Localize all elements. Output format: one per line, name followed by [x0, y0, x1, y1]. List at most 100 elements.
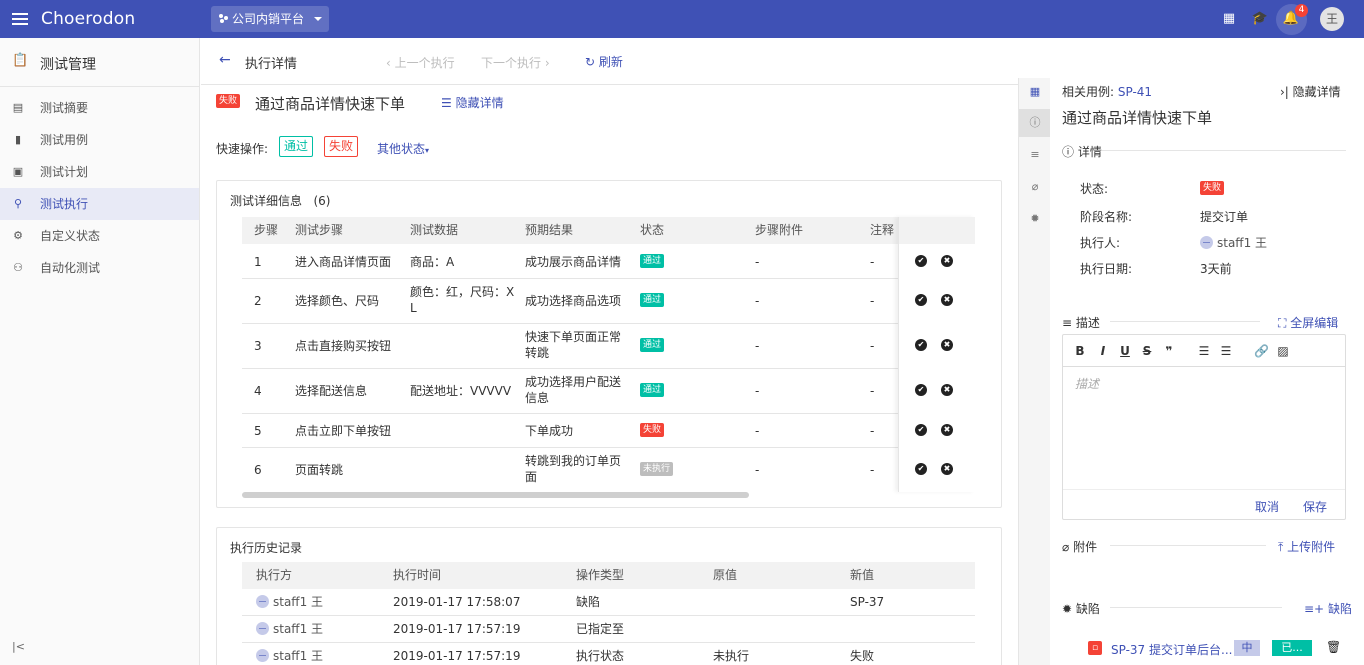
sidebar-item-custom-status[interactable]: ⚙ 自定义状态	[0, 220, 199, 252]
collapse-sidebar-icon[interactable]: |<	[12, 640, 25, 653]
user-avatar[interactable]: 王	[1320, 7, 1344, 31]
other-status-dropdown[interactable]: 其他状态▾	[377, 140, 429, 157]
ordered-list-icon[interactable]: ☰	[1197, 344, 1211, 358]
check-icon[interactable]: ✔	[915, 255, 927, 267]
info-icon[interactable]: ⓘ	[1019, 109, 1051, 137]
close-icon[interactable]: ✖	[941, 294, 953, 306]
prev-label: 上一个执行	[394, 56, 455, 70]
brand-logo[interactable]: Choerodon	[41, 9, 135, 29]
table-icon[interactable]: ▦	[1019, 78, 1051, 106]
fullscreen-edit-button[interactable]: ⛶ 全屏编辑	[1278, 314, 1338, 331]
refresh-icon: ↻	[585, 55, 596, 69]
image-icon[interactable]: ▨	[1276, 344, 1290, 358]
link-icon[interactable]: 🔗	[1254, 344, 1269, 358]
hide-detail-button[interactable]: ☰ 隐藏详情	[441, 94, 504, 111]
save-button[interactable]: 保存	[1303, 498, 1327, 515]
attachment-section-header: ⌀ 附件	[1062, 538, 1097, 554]
divider	[1102, 150, 1346, 151]
close-icon[interactable]: ✖	[941, 384, 953, 396]
horizontal-scrollbar[interactable]	[242, 492, 749, 498]
italic-icon[interactable]: I	[1096, 344, 1110, 358]
quote-icon[interactable]: ❞	[1162, 344, 1176, 358]
attachment-icon[interactable]: ⌀	[1019, 173, 1051, 201]
collapse-right-icon: ›|	[1280, 85, 1289, 99]
column-header: 执行方	[256, 568, 293, 582]
step-expected: 转跳到我的订单页面	[525, 454, 622, 484]
bug-icon: ✹	[1062, 602, 1073, 616]
description-icon[interactable]: ≡	[1019, 141, 1051, 169]
underline-icon[interactable]: U	[1118, 344, 1132, 358]
graduation-cap-icon[interactable]: 🎓	[1251, 10, 1269, 28]
sidebar-item-plans[interactable]: ▣ 测试计划	[0, 156, 199, 188]
bullet-list-icon[interactable]: ☰	[1219, 344, 1233, 358]
execution-date: 3天前	[1200, 262, 1232, 276]
case-title: 通过商品详情快速下单	[255, 95, 406, 113]
step-number: 5	[254, 424, 262, 438]
sidebar-item-automation[interactable]: ⚇ 自动化测试	[0, 252, 199, 284]
history-user: staff1 王	[273, 595, 324, 609]
next-execution-button[interactable]: 下一个执行 ›	[481, 54, 550, 71]
check-icon[interactable]: ✔	[915, 463, 927, 475]
upload-attachment-button[interactable]: ⤒ 上传附件	[1278, 538, 1335, 555]
close-icon[interactable]: ✖	[941, 463, 953, 475]
check-icon[interactable]: ✔	[915, 339, 927, 351]
quick-fail-button[interactable]: 失败	[324, 136, 359, 157]
sidebar-item-cases[interactable]: ▮ 测试用例	[0, 124, 199, 156]
history-title: 执行历史记录	[230, 541, 303, 555]
close-icon[interactable]: ✖	[941, 424, 953, 436]
sidebar-item-label: 自动化测试	[40, 261, 101, 275]
column-header: 原值	[713, 568, 738, 582]
close-icon[interactable]: ✖	[941, 255, 953, 267]
sidebar-item-executions[interactable]: ⚲ 测试执行	[0, 188, 199, 220]
status-badge: 失败	[216, 94, 241, 108]
menu-icon[interactable]	[12, 13, 28, 25]
paperclip-icon: ⌀	[1062, 540, 1070, 554]
steps-card: 测试详细信息 (6) 步骤 测试步骤 测试数据 预期结果 状态 步骤附件 注释 …	[216, 180, 1002, 508]
add-defect-button[interactable]: ≡+ 缺陷	[1304, 600, 1352, 617]
check-icon[interactable]: ✔	[915, 384, 927, 396]
delete-icon[interactable]: 🗑	[1326, 640, 1341, 654]
back-arrow-icon[interactable]: ←	[219, 52, 231, 68]
sidebar-item-summary[interactable]: ▤ 测试摘要	[0, 92, 199, 124]
description-input[interactable]: 描述	[1075, 375, 1099, 392]
refresh-button[interactable]: ↻ 刷新	[585, 53, 623, 70]
executor: staff1 王	[1200, 234, 1267, 251]
step-name: 选择颜色、尺码	[295, 294, 380, 308]
steps-count: (6)	[313, 194, 331, 208]
user-avatar-icon	[256, 622, 269, 635]
bold-icon[interactable]: B	[1073, 344, 1087, 358]
strikethrough-icon[interactable]: S	[1140, 344, 1154, 358]
main-content: 失败 通过商品详情快速下单 ☰ 隐藏详情 快速操作: 通过 失败 其他状态▾ 测…	[201, 85, 1018, 665]
fullscreen-icon: ⛶	[1278, 316, 1287, 330]
step-attachment: -	[755, 339, 760, 353]
apps-grid-icon[interactable]: ▦	[1220, 10, 1238, 28]
check-icon[interactable]: ✔	[915, 424, 927, 436]
history-user: staff1 王	[273, 649, 324, 663]
bug-icon[interactable]: ✹	[1019, 205, 1051, 233]
step-expected: 成功展示商品详情	[525, 255, 622, 269]
user-avatar-icon	[256, 649, 269, 662]
project-selector[interactable]: 公司内销平台	[211, 6, 329, 32]
sidebar: 📋 测试管理 ▤ 测试摘要 ▮ 测试用例 ▣ 测试计划 ⚲ 测试执行 ⚙ 自定义状态 ⚇ 自…	[0, 38, 200, 665]
cancel-button[interactable]: 取消	[1255, 498, 1279, 515]
other-status-label: 其他状态	[377, 142, 426, 156]
fullscreen-label: 全屏编辑	[1290, 316, 1339, 330]
description-editor: B I U S ❞ ☰ ☰ 🔗 ▨ 描述 取消 保存	[1062, 334, 1346, 520]
step-status-badge: 通过	[640, 293, 665, 307]
column-header: 新值	[850, 568, 875, 582]
related-case-link[interactable]: SP-41	[1118, 85, 1152, 99]
step-attachment: -	[755, 255, 760, 269]
step-name: 点击直接购买按钮	[295, 339, 392, 353]
column-header: 预期结果	[525, 223, 574, 237]
hide-panel-button[interactable]: ›| 隐藏详情	[1280, 83, 1341, 100]
step-status-badge: 通过	[640, 338, 665, 352]
quick-pass-button[interactable]: 通过	[279, 136, 314, 157]
history-time: 2019-01-17 17:57:19	[393, 649, 521, 663]
check-icon[interactable]: ✔	[915, 294, 927, 306]
top-bar: Choerodon 公司内销平台 ▦ 🎓 🔔 4 王	[0, 0, 1364, 38]
prev-execution-button[interactable]: ‹ 上一个执行	[386, 54, 455, 71]
defect-link[interactable]: SP-37 提交订单后台...	[1111, 641, 1232, 658]
defect-item[interactable]: ▫ SP-37 提交订单后台... 中 已... 🗑	[1088, 640, 1348, 658]
close-icon[interactable]: ✖	[941, 339, 953, 351]
hide-detail-label: 隐藏详情	[455, 96, 504, 110]
